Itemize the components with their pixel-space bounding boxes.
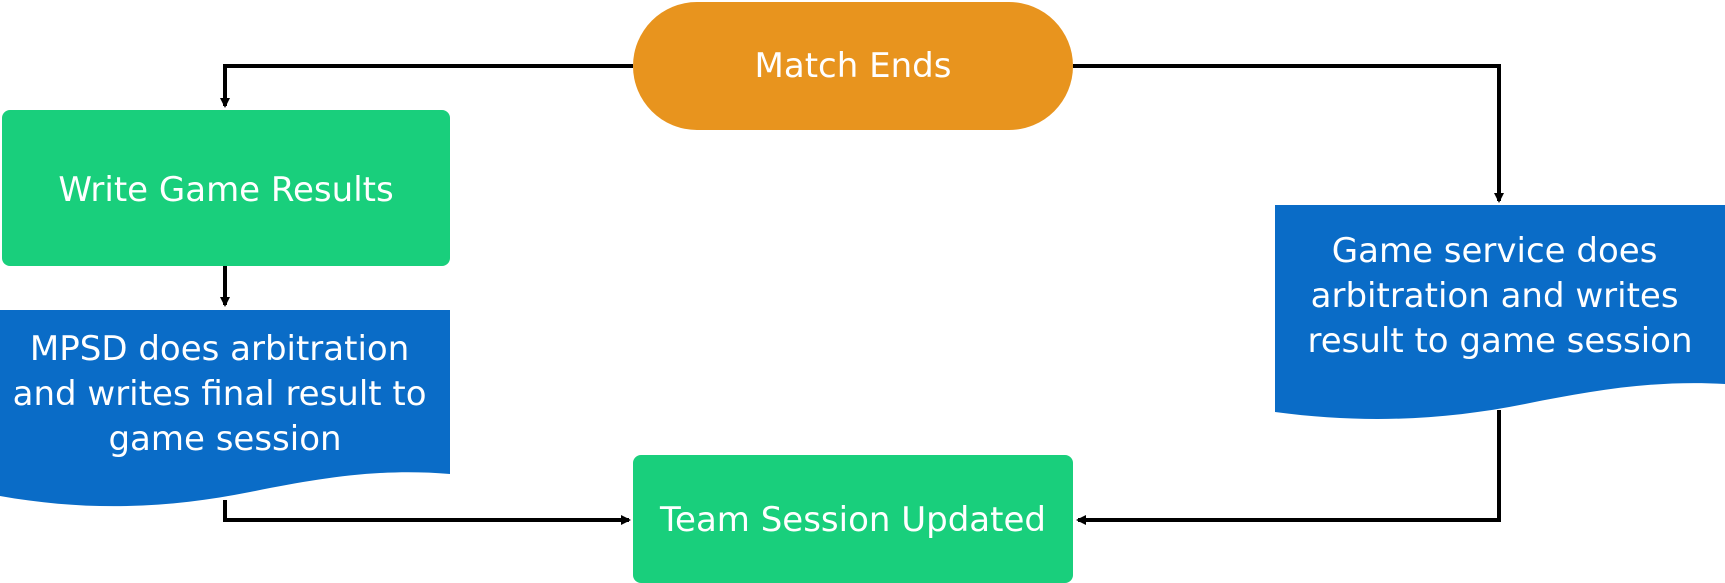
game-service-line-1: Game service does xyxy=(1332,231,1658,271)
game-service-line-2: arbitration and writes xyxy=(1311,276,1679,316)
write-game-results-label: Write Game Results xyxy=(58,170,393,210)
mpsd-line-1: MPSD does arbitration xyxy=(30,329,409,369)
game-service-line-3: result to game session xyxy=(1307,321,1692,361)
connector-game-service-to-team-session xyxy=(1076,410,1501,525)
mpsd-line-2: and writes final result to xyxy=(13,374,427,414)
mpsd-line-3: game session xyxy=(108,419,341,459)
node-write-game-results: Write Game Results xyxy=(2,110,450,266)
node-game-service-arbitration: Game service does arbitration and writes… xyxy=(1275,205,1725,419)
flowchart: Match Ends Write Game Results MPSD does … xyxy=(0,2,1725,583)
game-service-arbitration-text: Game service does arbitration and writes… xyxy=(1307,231,1692,361)
match-ends-label: Match Ends xyxy=(755,46,952,86)
node-team-session-updated: Team Session Updated xyxy=(633,455,1073,583)
connector-match-to-write xyxy=(220,64,633,108)
connector-match-to-game-service xyxy=(1073,64,1504,203)
connector-mpsd-to-team-session xyxy=(223,500,631,525)
team-session-updated-label: Team Session Updated xyxy=(659,500,1046,540)
node-mpsd-arbitration: MPSD does arbitration and writes final r… xyxy=(0,310,450,507)
node-match-ends: Match Ends xyxy=(633,2,1073,130)
